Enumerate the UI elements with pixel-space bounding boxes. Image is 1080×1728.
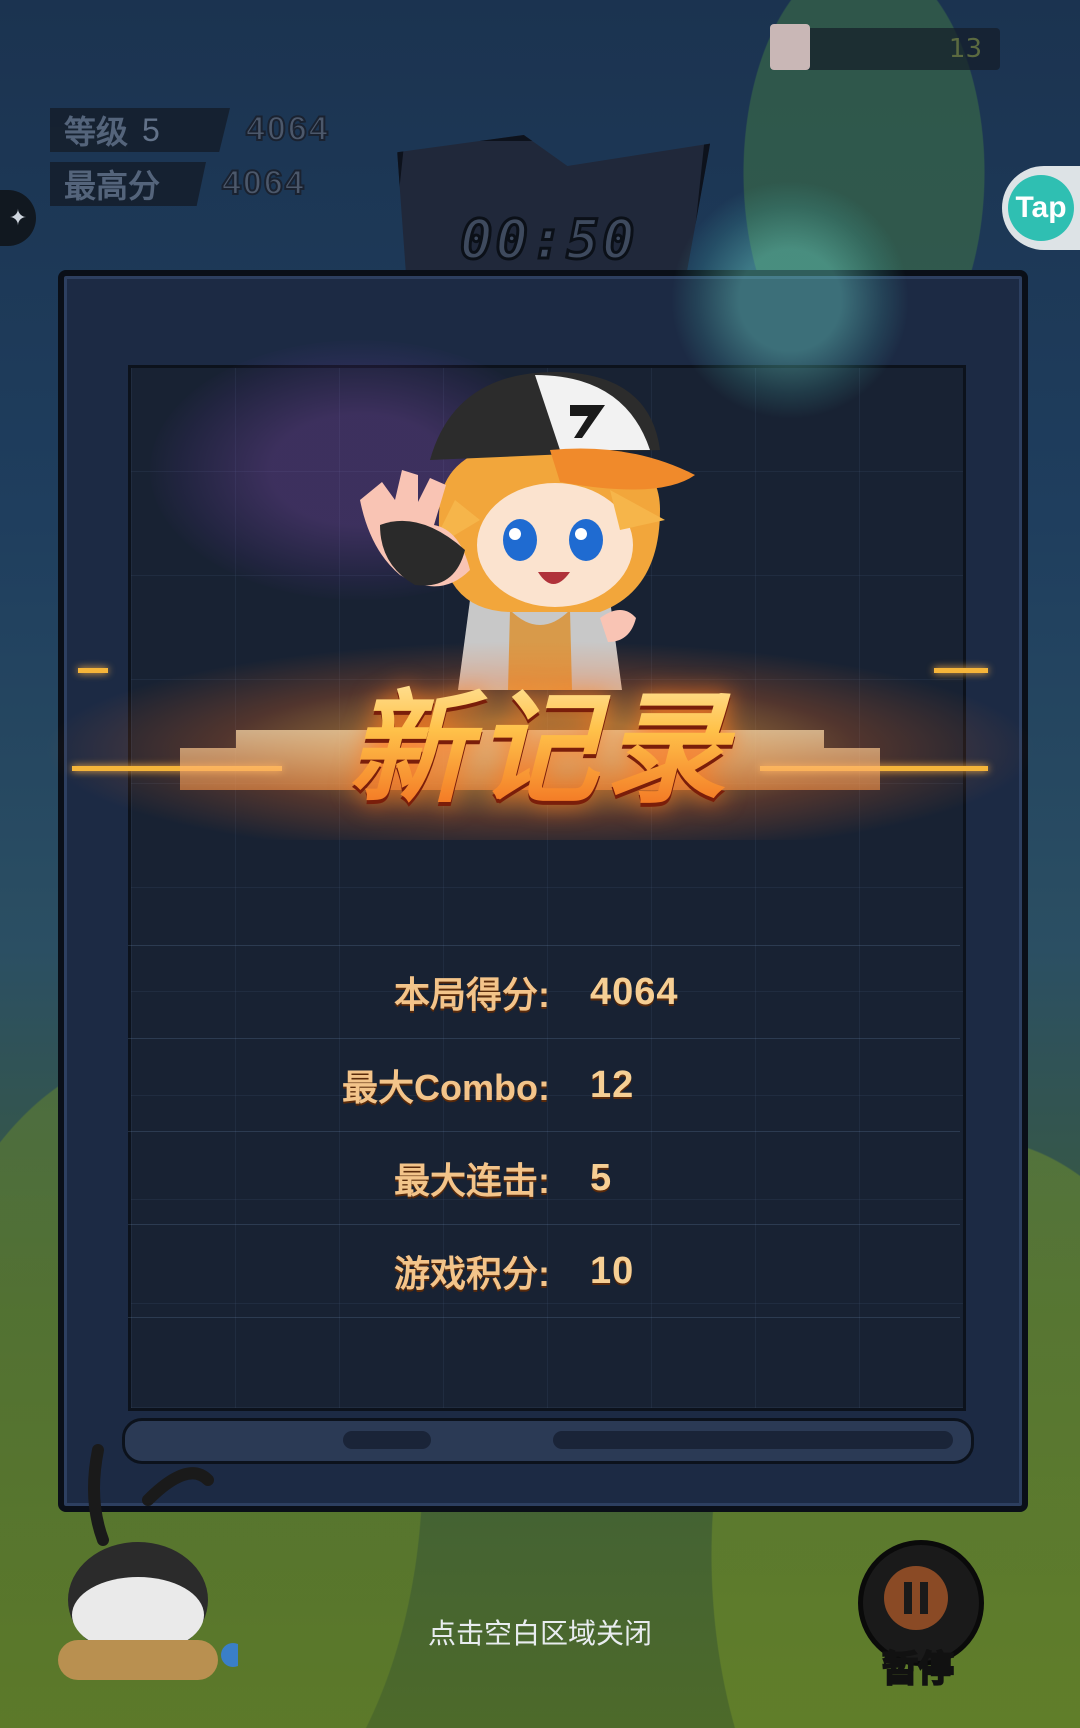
stats-list: 本局得分: 4064 最大Combo: 12 最大连击: 5 游戏积分: 10 — [128, 945, 960, 1318]
footer-slot-small — [343, 1431, 431, 1449]
level-value: 5 — [142, 111, 160, 148]
stat-label: 游戏积分: — [394, 1253, 550, 1294]
stat-label: 最大Combo: — [342, 1067, 550, 1108]
best-score-row: 最高分 — [50, 162, 206, 206]
panel-footer-bar — [122, 1418, 974, 1464]
level-row: 等级 5 — [50, 108, 230, 152]
pause-button[interactable]: 暂停 — [858, 1540, 984, 1690]
stat-value: 4064 — [590, 970, 679, 1013]
tap-button-label: Tap — [1008, 175, 1074, 241]
best-score-value: 4064 — [221, 163, 306, 203]
trophy-counter: 13 — [770, 24, 1000, 70]
stat-row-game-points: 游戏积分: 10 — [128, 1225, 960, 1318]
stat-row-max-combo: 最大Combo: 12 — [128, 1039, 960, 1132]
stat-value: 12 — [590, 1063, 635, 1106]
stat-value: 10 — [590, 1249, 635, 1292]
timer-display: 00:50 — [459, 207, 638, 273]
stat-value: 5 — [590, 1156, 613, 1199]
stat-label: 最大连击: — [394, 1160, 550, 1201]
stat-row-score: 本局得分: 4064 — [128, 945, 960, 1039]
trophy-count: 13 — [948, 34, 982, 64]
level-label: 等级 — [64, 114, 129, 150]
record-line-left-top — [78, 668, 108, 673]
tap-button[interactable]: Tap — [1002, 166, 1080, 250]
footer-slot-large — [553, 1431, 953, 1449]
stat-label: 本局得分: — [394, 974, 550, 1015]
stat-row-max-streak: 最大连击: 5 — [128, 1132, 960, 1225]
character-illustration — [360, 371, 695, 690]
trophy-icon — [770, 24, 810, 70]
record-line-right-top — [934, 668, 988, 673]
level-score: 4064 — [245, 109, 330, 149]
best-score-label: 最高分 — [64, 168, 161, 204]
pause-icon — [904, 1582, 928, 1614]
pause-label: 暂停 — [881, 1647, 955, 1690]
new-record-title: 新记录 — [290, 650, 790, 827]
